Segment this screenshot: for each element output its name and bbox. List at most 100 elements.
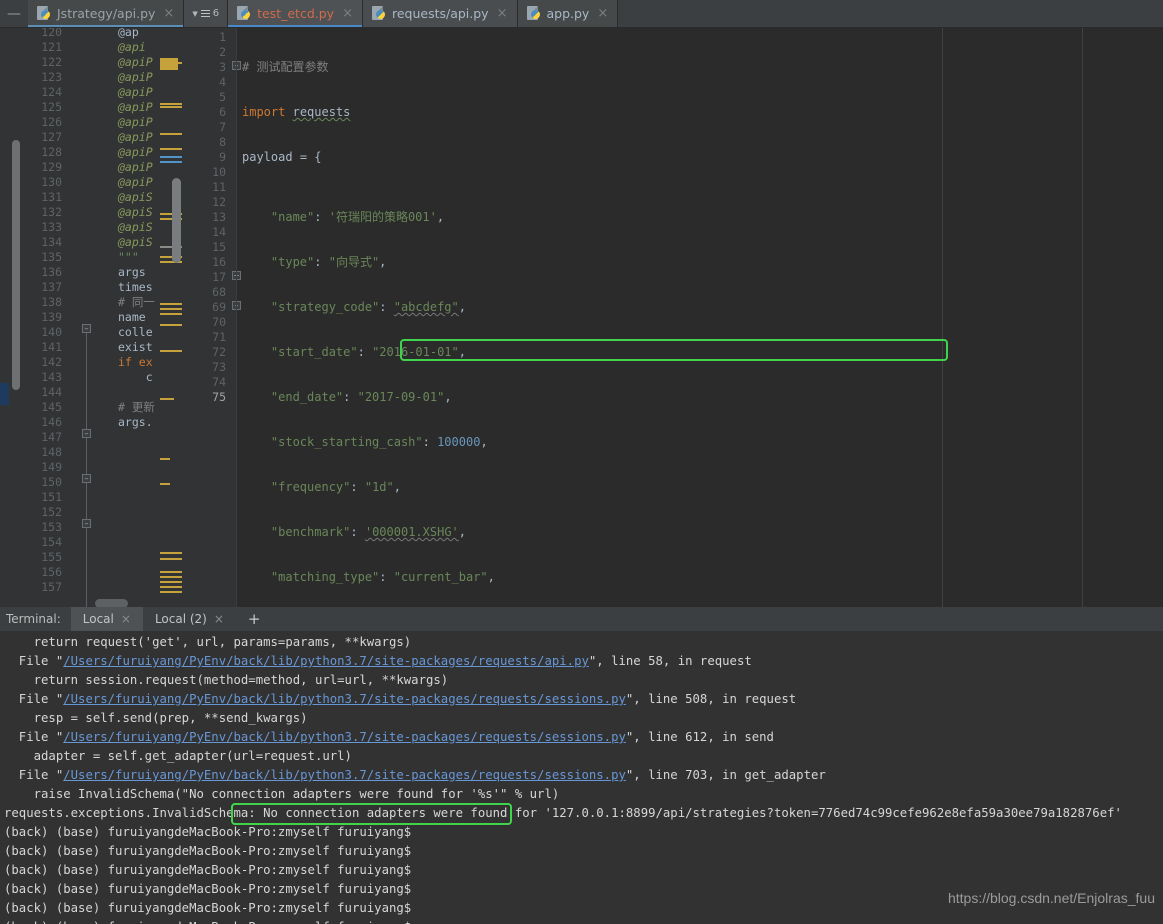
- terminal-file-link[interactable]: /Users/furuiyang/PyEnv/back/lib/python3.…: [63, 768, 626, 782]
- terminal-line: requests.exceptions.InvalidSchema: No co…: [4, 806, 1122, 820]
- background-line-number: 143: [41, 370, 62, 384]
- fold-toggle-icon[interactable]: [82, 324, 91, 333]
- background-line-number: 155: [41, 550, 62, 564]
- editor-line-number: 9: [219, 150, 226, 164]
- pycharm-window: — Jstrategy/api.py × ▼ 6 test_etcd.py × …: [0, 0, 1163, 924]
- editor-line-number: 3: [219, 60, 226, 74]
- editor-line-numbers: 1 2 3 4 5 6 7 8 9 10 11 12 13 14 15 16 17 68 69 70 71 72 73 74 7…: [182, 30, 226, 405]
- python-file-icon: [237, 6, 251, 21]
- terminal-tab-local[interactable]: Local ×: [70, 607, 143, 631]
- terminal-output[interactable]: return request('get', url, params=params…: [0, 631, 1163, 924]
- tab-overflow-button[interactable]: ▼ 6: [184, 0, 229, 27]
- background-line-number: 136: [41, 265, 62, 279]
- code-line-7: "start_date": "2016-01-01",: [270, 345, 466, 359]
- tab-close-icon[interactable]: ×: [342, 6, 353, 21]
- tab-label: test_etcd.py: [257, 6, 335, 21]
- background-line-number: 129: [41, 160, 62, 174]
- background-line-number: 154: [41, 535, 62, 549]
- editor-line-number: 16: [212, 255, 226, 269]
- tab-test-etcd-py[interactable]: test_etcd.py ×: [228, 0, 363, 27]
- terminal-tab-local-2[interactable]: Local (2) ×: [143, 607, 236, 631]
- editor-line-number: 75: [212, 390, 226, 404]
- editor-vertical-scrollbar[interactable]: [12, 140, 20, 390]
- background-line-number: 141: [41, 340, 62, 354]
- tab-label: app.py: [546, 6, 590, 21]
- terminal-tab-label: Local: [82, 612, 114, 626]
- background-line-number: 157: [41, 580, 62, 594]
- editor-line-number: 71: [212, 330, 226, 344]
- editor-line-number: 6: [219, 105, 226, 119]
- background-line-number: 153: [41, 520, 62, 534]
- terminal-line: File "/Users/furuiyang/PyEnv/back/lib/py…: [4, 730, 774, 744]
- editor-line-number: 11: [212, 180, 226, 194]
- background-line-number: 137: [41, 280, 62, 294]
- tab-app-py[interactable]: app.py ×: [517, 0, 619, 27]
- background-line-number: 147: [41, 430, 62, 444]
- terminal-line: (back) (base) furuiyangdeMacBook-Pro:zmy…: [0, 918, 1163, 924]
- active-editor-panel[interactable]: 1 2 3 4 5 6 7 8 9 10 11 12 13 14 15 16 17 68 69 70 71 72 73 74 7…: [182, 28, 1163, 869]
- terminal-file-link[interactable]: /Users/furuiyang/PyEnv/back/lib/python3.…: [63, 692, 626, 706]
- code-line-12: "matching_type": "current_bar",: [270, 570, 495, 584]
- editor-line-number: 74: [212, 375, 226, 389]
- background-editor-scrollbar[interactable]: [172, 178, 181, 263]
- tab-jstrategy-api-py[interactable]: Jstrategy/api.py ×: [28, 0, 185, 27]
- editor-line-number: 69: [212, 300, 226, 314]
- terminal-label: Terminal:: [6, 612, 61, 626]
- background-line-number: 149: [41, 460, 62, 474]
- background-line-number: 125: [41, 100, 62, 114]
- hide-panel-icon[interactable]: —: [0, 0, 28, 27]
- background-line-number: 123: [41, 70, 62, 84]
- close-icon[interactable]: ×: [121, 612, 131, 626]
- tab-close-icon[interactable]: ×: [163, 6, 174, 21]
- code-line-2: import requests: [242, 105, 351, 119]
- background-line-number: 124: [41, 85, 62, 99]
- fold-toggle-icon[interactable]: [82, 474, 91, 483]
- code-line-11: "benchmark": '000001.XSHG',: [270, 525, 466, 539]
- terminal-line: return session.request(method=method, ur…: [4, 673, 449, 687]
- fold-toggle-icon[interactable]: [82, 429, 91, 438]
- fold-toggle-icon[interactable]: [82, 519, 91, 528]
- tab-close-icon[interactable]: ×: [597, 6, 608, 21]
- terminal-file-link[interactable]: /Users/furuiyang/PyEnv/back/lib/python3.…: [63, 654, 589, 668]
- background-line-number: 156: [41, 565, 62, 579]
- close-icon[interactable]: ×: [214, 612, 224, 626]
- terminal-line: (back) (base) furuiyangdeMacBook-Pro:zmy…: [4, 825, 412, 839]
- terminal-line: File "/Users/furuiyang/PyEnv/back/lib/py…: [4, 654, 752, 668]
- chevron-down-icon: ▼: [192, 9, 198, 18]
- terminal-line: return request('get', url, params=params…: [4, 635, 412, 649]
- editor-line-number: 72: [212, 345, 226, 359]
- editor-code-text: # 测试配置参数 import requests payload = { "na…: [236, 30, 1163, 869]
- editor-marker: [0, 383, 9, 405]
- background-line-number: 120: [41, 28, 62, 39]
- editor-line-number: 70: [212, 315, 226, 329]
- background-line-number: 150: [41, 475, 62, 489]
- terminal-file-link[interactable]: /Users/furuiyang/PyEnv/back/lib/python3.…: [63, 730, 626, 744]
- python-file-icon: [37, 6, 51, 21]
- background-line-numbers: 120 121 122 123 124 125 126 127 128 129 130 131 132 1…: [0, 28, 62, 595]
- editor-tab-bar: — Jstrategy/api.py × ▼ 6 test_etcd.py × …: [0, 0, 1163, 28]
- terminal-line: (back) (base) furuiyangdeMacBook-Pro:zmy…: [4, 844, 412, 858]
- background-fold-column: [80, 28, 94, 613]
- editor-area: 120 121 122 123 124 125 126 127 128 129 130 131 132 1…: [0, 28, 1163, 869]
- tab-requests-api-py[interactable]: requests/api.py ×: [362, 0, 518, 27]
- editor-line-number: 4: [219, 75, 226, 89]
- terminal-line: resp = self.send(prep, **send_kwargs): [4, 711, 308, 725]
- background-line-number: 140: [41, 325, 62, 339]
- tab-label: requests/api.py: [391, 6, 489, 21]
- python-file-icon: [371, 6, 386, 21]
- code-line-9: "stock_starting_cash": 100000,: [270, 435, 488, 449]
- code-comment: # 测试配置参数: [242, 60, 329, 74]
- tab-close-icon[interactable]: ×: [497, 6, 508, 21]
- background-line-number: 145: [41, 400, 62, 414]
- tab-underline: [228, 25, 362, 27]
- tab-overflow-count: 6: [212, 8, 220, 19]
- background-line-number: 144: [41, 385, 62, 399]
- background-line-number: 132: [41, 205, 62, 219]
- background-line-number: 148: [41, 445, 62, 459]
- new-terminal-button[interactable]: +: [236, 611, 273, 627]
- background-line-number: 122: [41, 55, 62, 69]
- terminal-line: (back) (base) furuiyangdeMacBook-Pro:zmy…: [4, 863, 412, 877]
- background-line-number: 128: [41, 145, 62, 159]
- background-line-number: 142: [41, 355, 62, 369]
- editor-line-number: 8: [219, 135, 226, 149]
